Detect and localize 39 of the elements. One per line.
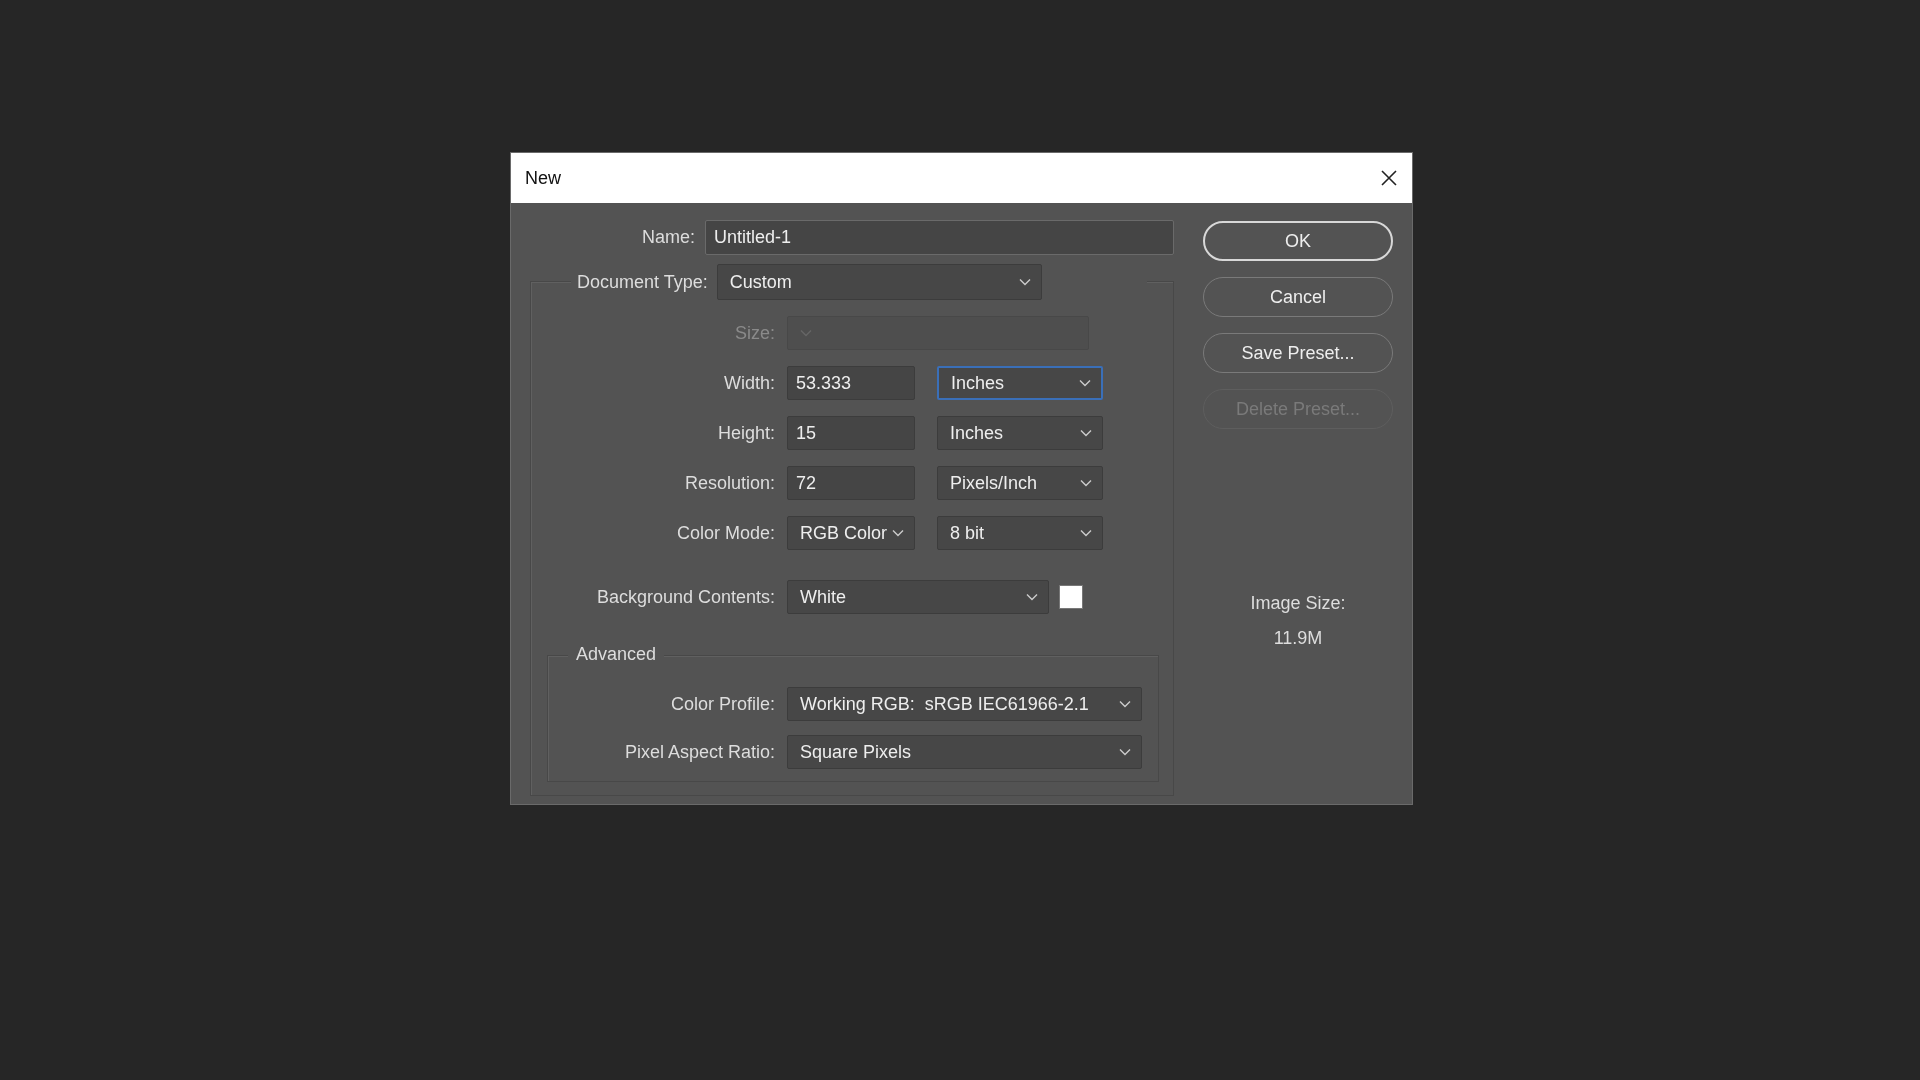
unit-dropdown[interactable]: Inches <box>937 366 1103 400</box>
image-size-label: Image Size: <box>1250 593 1346 614</box>
name-field[interactable]: Untitled-1 <box>705 220 1174 255</box>
chevron-down-icon <box>1080 529 1092 537</box>
field-label: Color Mode: <box>675 522 775 544</box>
chevron-down-icon <box>1080 479 1092 487</box>
chevron-down-icon <box>1018 278 1031 286</box>
background-contents-label: Background Contents: <box>595 586 775 608</box>
dropdown[interactable]: Square Pixels <box>787 735 1142 769</box>
field-label: Resolution: <box>683 472 775 494</box>
name-label: Name: <box>641 227 695 248</box>
number-field[interactable]: 15 <box>787 416 915 450</box>
window-title: New <box>525 167 561 189</box>
dialog-button[interactable]: Save Preset... <box>1203 333 1393 373</box>
document-type-label: Document Type: <box>577 271 708 293</box>
dropdown[interactable]: Working RGB: sRGB IEC61966-2.1 <box>787 687 1142 721</box>
field-label: Pixel Aspect Ratio: <box>623 741 775 763</box>
close-icon[interactable] <box>1380 169 1398 187</box>
field-label: Color Profile: <box>669 693 775 715</box>
chevron-down-icon <box>1119 700 1131 708</box>
field-label: Width: <box>723 372 775 394</box>
dialog-button[interactable]: Cancel <box>1203 277 1393 317</box>
image-size-value: 11.9M <box>1273 628 1323 649</box>
dialog-button[interactable]: OK <box>1203 221 1393 261</box>
chevron-down-icon <box>1026 593 1038 601</box>
unit-dropdown[interactable]: Pixels/Inch <box>937 466 1103 500</box>
chevron-down-icon <box>1079 379 1091 387</box>
chevron-down-icon <box>1080 429 1092 437</box>
document-type-dropdown[interactable]: Custom <box>716 264 1042 300</box>
chevron-down-icon <box>892 529 904 537</box>
color-swatch[interactable] <box>1059 585 1083 609</box>
field-label: Height: <box>716 422 775 444</box>
unit-dropdown[interactable]: Inches <box>937 416 1103 450</box>
chevron-down-icon <box>1119 748 1131 756</box>
color-mode-dropdown[interactable]: RGB Color <box>787 516 915 550</box>
bit-depth-dropdown[interactable]: 8 bit <box>937 516 1103 550</box>
number-field[interactable]: 53.333 <box>787 366 915 400</box>
number-field[interactable]: 72 <box>787 466 915 500</box>
background-contents-dropdown[interactable]: White <box>787 580 1049 614</box>
